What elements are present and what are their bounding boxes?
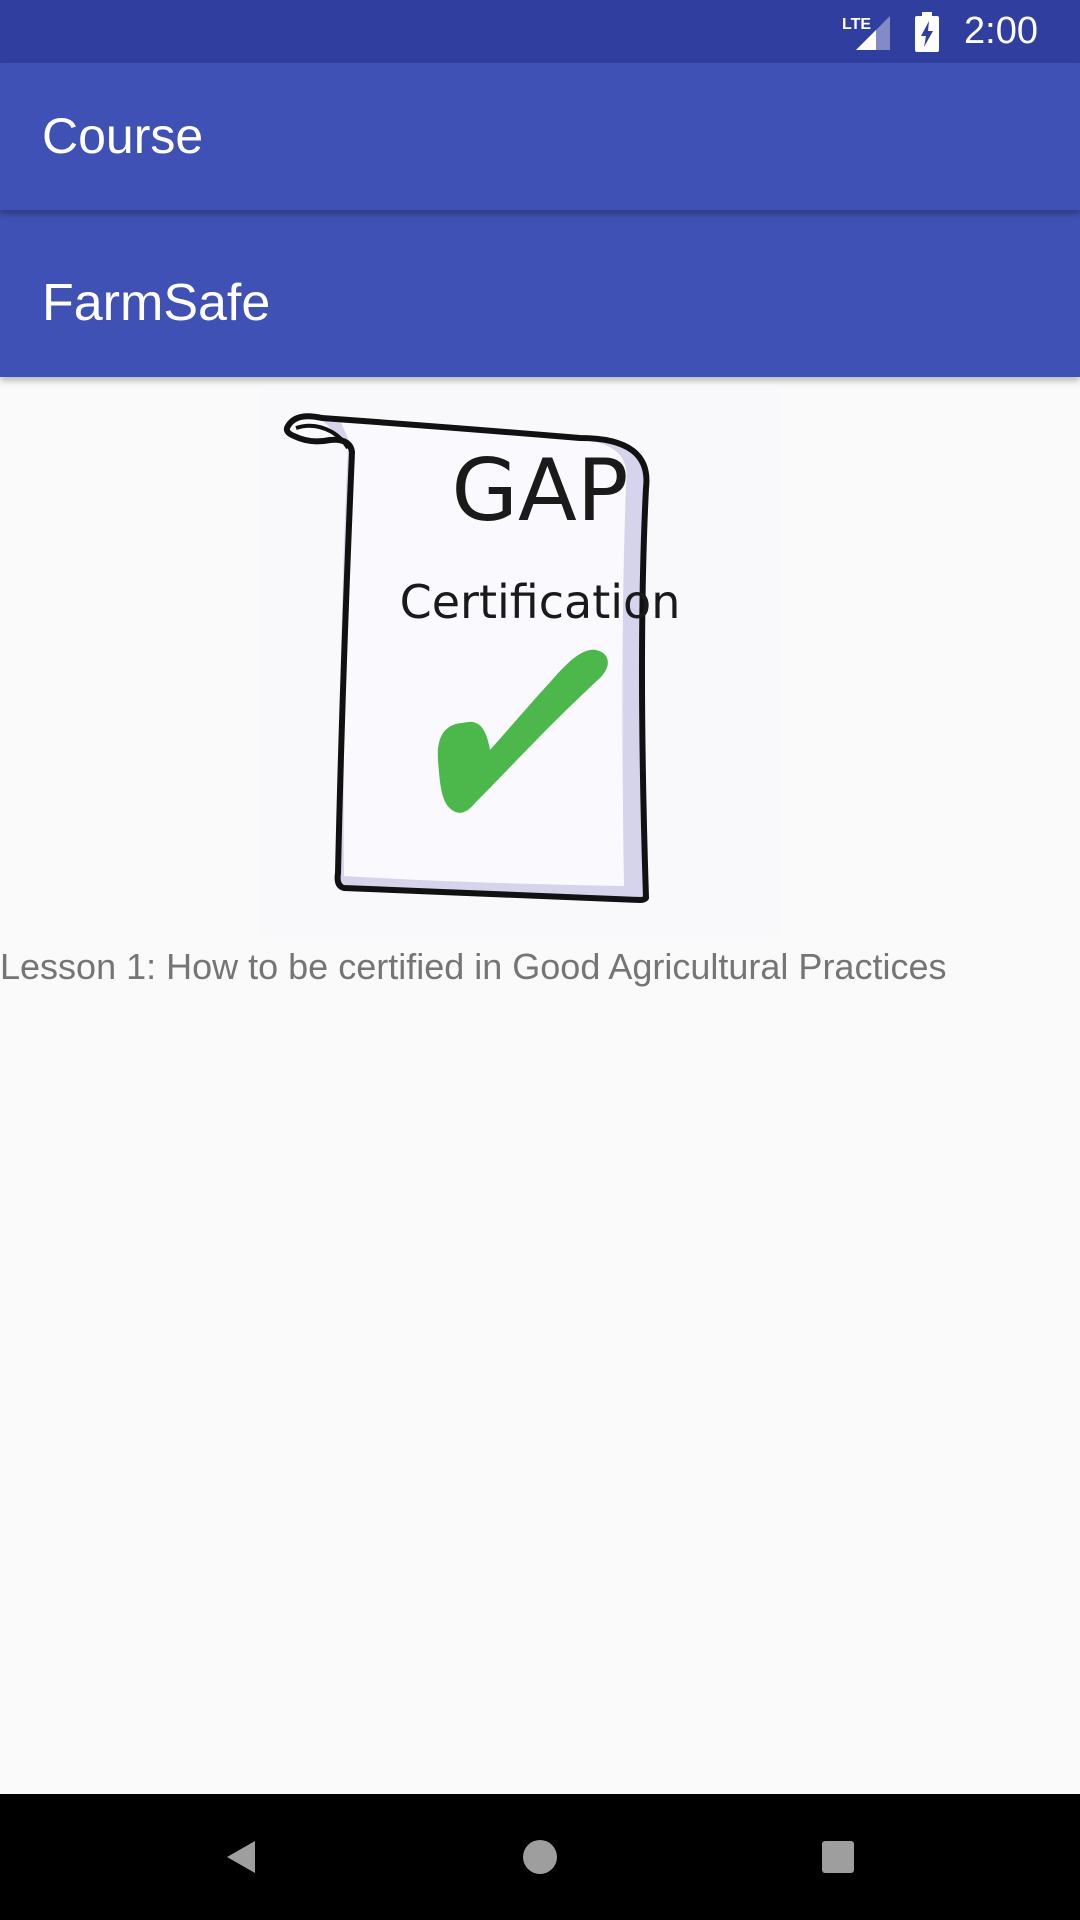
back-button[interactable] xyxy=(206,1822,276,1892)
page-title: Course xyxy=(42,108,204,164)
certificate-illustration: GAP Certification xyxy=(283,413,681,903)
clock: 2:00 xyxy=(964,10,1038,52)
home-button[interactable] xyxy=(505,1822,575,1892)
status-icons: LTE 2:00 xyxy=(842,0,1038,63)
back-icon xyxy=(227,1841,255,1873)
recents-button[interactable] xyxy=(803,1822,873,1892)
recents-icon xyxy=(822,1841,854,1873)
app-toolbar: Course xyxy=(0,63,1080,210)
certificate-subtitle: Certification xyxy=(400,575,681,629)
status-bar: LTE 2:00 xyxy=(0,0,1080,63)
lesson-item[interactable]: Lesson 1: How to be certified in Good Ag… xyxy=(0,942,1080,992)
certificate-title: GAP xyxy=(451,441,628,541)
course-name: FarmSafe xyxy=(42,274,271,332)
lte-signal-icon: LTE xyxy=(842,15,891,50)
course-header: FarmSafe xyxy=(0,210,1080,377)
course-image[interactable]: GAP Certification xyxy=(260,388,780,938)
home-icon xyxy=(523,1840,557,1874)
battery-charging-icon xyxy=(915,11,940,52)
navigation-bar xyxy=(0,1794,1080,1920)
network-type-label: LTE xyxy=(842,16,871,33)
